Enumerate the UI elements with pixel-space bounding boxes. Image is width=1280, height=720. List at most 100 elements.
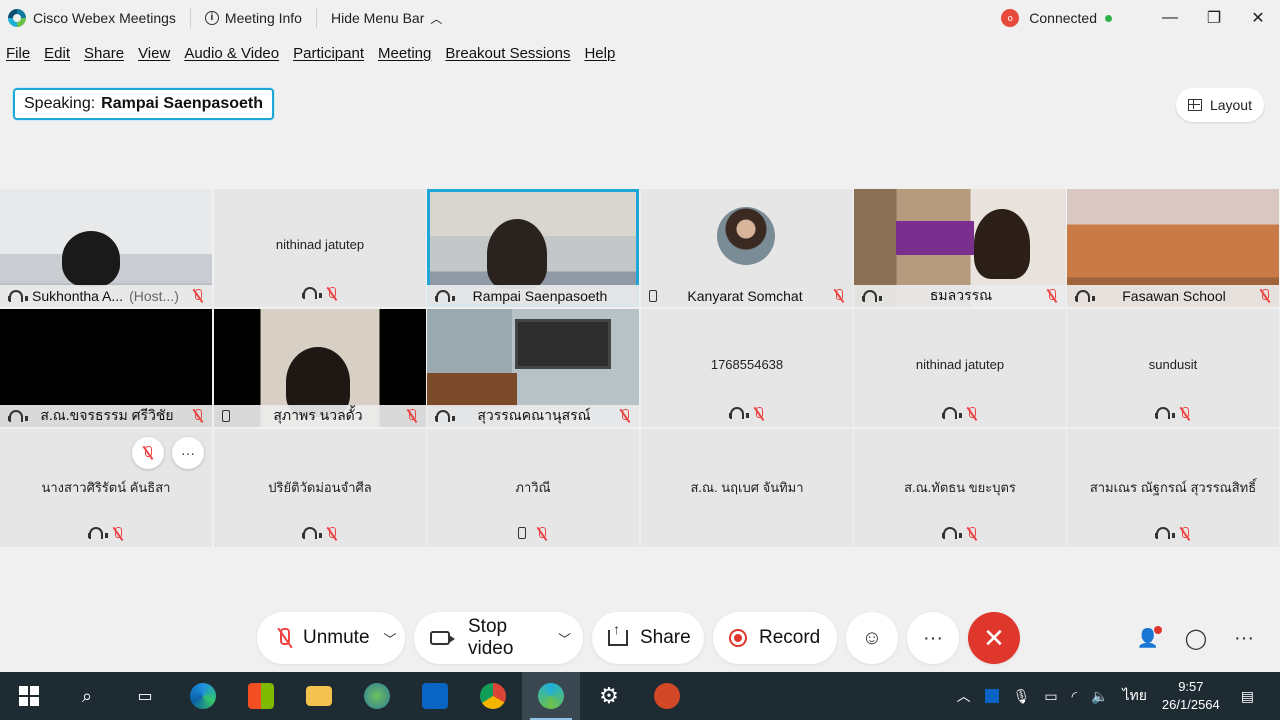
battery-icon[interactable]: ▭: [1044, 688, 1057, 705]
record-label: Record: [759, 627, 821, 648]
chevron-up-icon[interactable]: ︿: [957, 686, 971, 706]
chevron-down-icon[interactable]: ﹀: [558, 629, 571, 648]
phone-icon: [649, 290, 657, 302]
participant-tile[interactable]: Fasawan School: [1067, 189, 1279, 307]
taskbar-webex[interactable]: [522, 672, 580, 720]
host-label: (Host...): [129, 288, 179, 304]
participant-tile[interactable]: ส.ณ.ทัตธน ขยะบุตร: [854, 429, 1066, 547]
participant-tile[interactable]: Kanyarat Somchat: [641, 189, 853, 307]
participant-tile[interactable]: ส.ณ. นฤเบศ จันทิมา: [641, 429, 853, 547]
taskbar-store[interactable]: [232, 672, 290, 720]
close-button[interactable]: ✕: [1236, 0, 1280, 36]
participant-name: 1768554638: [710, 357, 784, 372]
powerpoint-icon: [654, 683, 680, 709]
edge-icon: [190, 683, 216, 709]
chevron-down-icon[interactable]: ﹀: [384, 629, 397, 648]
store-icon: [248, 683, 274, 709]
menu-audio-video[interactable]: Audio & Video: [184, 45, 279, 62]
participant-tile[interactable]: ธมลวรรณ: [854, 189, 1066, 307]
participant-tile[interactable]: sundusit: [1067, 309, 1279, 427]
more-options-button[interactable]: ···: [907, 612, 959, 664]
unmute-button[interactable]: Unmute ﹀: [257, 612, 405, 664]
taskbar-settings[interactable]: ⚙: [580, 672, 638, 720]
participant-more-button[interactable]: ···: [172, 437, 204, 469]
taskbar-chrome[interactable]: [464, 672, 522, 720]
minimize-button[interactable]: —: [1148, 0, 1192, 36]
participant-tile[interactable]: Sukhontha A... (Host...): [0, 189, 212, 307]
participant-tile[interactable]: nithinad jatutep: [854, 309, 1066, 427]
menu-breakout-sessions[interactable]: Breakout Sessions: [445, 45, 570, 62]
chat-button[interactable]: ◯: [1172, 614, 1220, 662]
participant-name: ส.ณ. นฤเบศ จันทิมา: [690, 480, 804, 495]
chat-icon: ◯: [1184, 627, 1208, 650]
close-icon: ✕: [983, 622, 1005, 653]
taskbar-file-explorer[interactable]: [290, 672, 348, 720]
participant-tile[interactable]: ··· นางสาวศิริรัตน์ คันธิสา: [0, 429, 212, 547]
participant-tile[interactable]: ปริยัติวัดม่อนจำศีล: [214, 429, 426, 547]
participant-tile[interactable]: ภาวิณี: [427, 429, 639, 547]
participants-button[interactable]: 👤: [1124, 614, 1172, 662]
participant-name: ภาวิณี: [515, 480, 551, 495]
menu-share[interactable]: Share: [84, 45, 124, 62]
furniture: [427, 373, 517, 407]
participant-tile[interactable]: ส.ณ.ขจรธรรม ศรีวิชัย: [0, 309, 212, 427]
taskbar-powerpoint[interactable]: [638, 672, 696, 720]
more-panels-button[interactable]: ···: [1220, 614, 1268, 662]
record-button[interactable]: Record: [713, 612, 837, 664]
wifi-icon[interactable]: ◜: [1072, 688, 1077, 705]
muted-mic-icon: [536, 527, 548, 541]
participant-tile-active[interactable]: Rampai Saenpasoeth: [427, 189, 639, 307]
end-meeting-button[interactable]: ✕: [968, 612, 1020, 664]
taskbar-edge[interactable]: [174, 672, 232, 720]
participant-name: สุภาพร นวลดั้ว: [273, 407, 363, 423]
muted-mic-icon: [966, 407, 978, 421]
menu-help[interactable]: Help: [584, 45, 615, 62]
share-button[interactable]: Share: [592, 612, 704, 664]
phone-icon: [222, 410, 230, 422]
menu-bar: File Edit Share View Audio & Video Parti…: [0, 40, 629, 66]
menu-file[interactable]: File: [6, 45, 30, 62]
menu-meeting[interactable]: Meeting: [378, 45, 431, 62]
folder-icon: [306, 686, 332, 706]
participant-tile[interactable]: สามเณร ณัฐกรณ์ สุวรรณสิทธิ์: [1067, 429, 1279, 547]
input-language[interactable]: ไทย: [1122, 685, 1146, 707]
notifications-icon[interactable]: ▤: [1241, 688, 1254, 705]
menu-participant[interactable]: Participant: [293, 45, 364, 62]
participant-tile[interactable]: สุภาพร นวลดั้ว: [214, 309, 426, 427]
microphone-icon[interactable]: 🎙: [1013, 688, 1031, 705]
outlook-tray-icon[interactable]: [984, 689, 999, 703]
recording-indicator-icon[interactable]: o: [1001, 9, 1020, 27]
info-icon: i: [204, 11, 219, 25]
meeting-info-button[interactable]: i Meeting Info: [204, 10, 302, 26]
headset-icon: [435, 290, 455, 302]
menu-edit[interactable]: Edit: [44, 45, 70, 62]
webex-logo-icon: [8, 9, 26, 27]
layout-button[interactable]: Layout: [1175, 88, 1264, 122]
taskbar-globe-app[interactable]: [348, 672, 406, 720]
headset-icon: [435, 410, 455, 422]
taskbar-outlook[interactable]: [406, 672, 464, 720]
search-button[interactable]: ⌕: [58, 672, 116, 720]
more-icon: ···: [923, 626, 943, 649]
reactions-button[interactable]: ☺: [846, 612, 898, 664]
meeting-info-label: Meeting Info: [224, 10, 302, 26]
hide-menu-bar-button[interactable]: Hide Menu Bar ︿: [331, 10, 442, 27]
more-icon: ···: [1234, 626, 1254, 649]
participant-mute-button[interactable]: [132, 437, 164, 469]
divider: [315, 8, 317, 28]
muted-mic-icon: [406, 409, 418, 423]
menu-view[interactable]: View: [138, 45, 170, 62]
start-button[interactable]: [0, 672, 58, 720]
muted-mic-icon: [966, 527, 978, 541]
volume-icon[interactable]: 🔈: [1091, 688, 1108, 705]
participant-tile[interactable]: สุวรรณคณานุสรณ์: [427, 309, 639, 427]
maximize-button[interactable]: ❐: [1192, 0, 1236, 36]
participant-tile[interactable]: 1768554638: [641, 309, 853, 427]
stop-video-button[interactable]: Stop video ﹀: [414, 612, 583, 664]
task-view-button[interactable]: ▭: [116, 672, 174, 720]
connection-status: Connected: [1029, 10, 1097, 26]
gear-icon: ⚙: [599, 683, 619, 708]
participant-tile[interactable]: nithinad jatutep: [214, 189, 426, 307]
app-title: Cisco Webex Meetings: [33, 10, 176, 26]
clock[interactable]: 9:57 26/1/2564: [1162, 678, 1220, 714]
